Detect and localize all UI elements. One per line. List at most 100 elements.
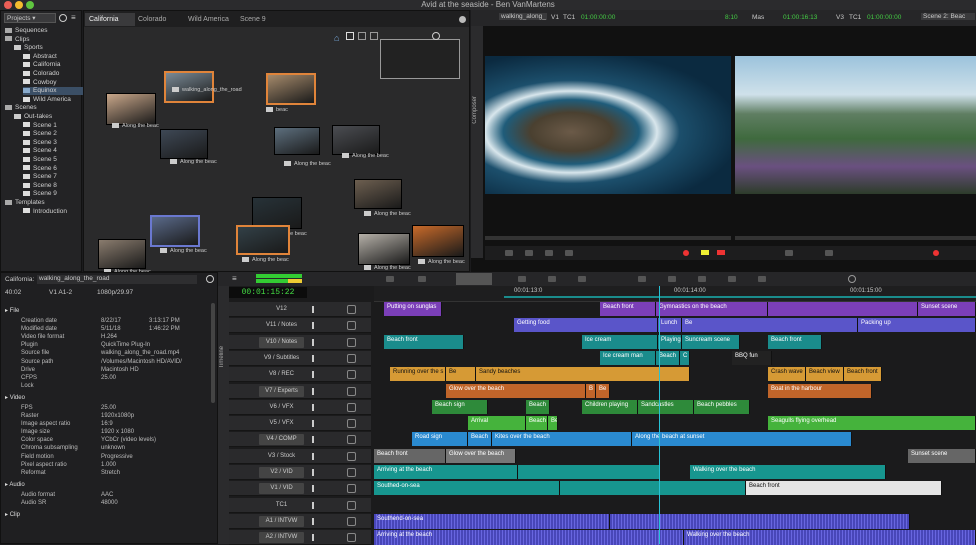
track-header[interactable]: V12 — [229, 302, 371, 317]
clip-thumbnail[interactable] — [98, 239, 146, 269]
timeline-clip[interactable]: Arrival — [468, 416, 526, 431]
track-header[interactable]: V9 / Subtitles — [229, 350, 371, 366]
tree-item[interactable]: Scene 4 — [23, 147, 57, 155]
tree-item[interactable]: Clips — [5, 36, 29, 44]
track-name-button[interactable]: V5 / VFX — [259, 418, 304, 429]
timeline-clip[interactable]: C — [680, 350, 690, 365]
pencil-icon[interactable] — [312, 354, 314, 362]
tree-item[interactable]: Scenes — [5, 104, 37, 112]
extract-button[interactable] — [418, 276, 426, 282]
inspector-scrollbar[interactable] — [211, 303, 215, 403]
track-header[interactable]: V7 / Experts — [229, 383, 371, 399]
timeline-clip[interactable]: Beach sign — [432, 399, 488, 414]
tree-item[interactable]: Out-takes — [14, 113, 52, 121]
projects-dropdown[interactable]: Projects ▾ — [4, 13, 56, 23]
track-monitor-icon[interactable] — [347, 516, 356, 526]
track-monitor-icon[interactable] — [347, 305, 356, 314]
timeline-clip[interactable]: Lunch — [658, 318, 682, 333]
timeline-clip[interactable]: Beach front — [768, 334, 822, 349]
pencil-icon[interactable] — [312, 485, 314, 493]
clip-thumbnail[interactable] — [236, 225, 290, 255]
pencil-icon[interactable] — [312, 338, 314, 346]
record-position-bar[interactable] — [735, 236, 976, 240]
timeline-clip[interactable]: Walking over the beach — [690, 465, 886, 479]
track-name-button[interactable]: V10 / Notes — [259, 336, 304, 348]
source-monitor-image[interactable] — [485, 56, 731, 194]
track-monitor-icon[interactable] — [347, 500, 356, 510]
track-header[interactable]: V6 / VFX — [229, 399, 371, 415]
track-monitor-icon[interactable] — [347, 321, 356, 331]
tree-item[interactable]: Templates — [5, 199, 45, 207]
track-monitor-icon[interactable] — [347, 435, 356, 445]
clip-thumbnail[interactable] — [412, 225, 464, 257]
inspector-search-icon[interactable] — [206, 275, 214, 283]
menu-icon[interactable]: ≡ — [71, 14, 79, 22]
track-header[interactable]: A1 / INTVW — [229, 513, 371, 529]
track-name-button[interactable]: V2 / VID — [259, 467, 304, 478]
step-back-button[interactable] — [545, 250, 553, 256]
pencil-icon[interactable] — [312, 371, 314, 379]
track-monitor-icon[interactable] — [347, 451, 356, 461]
track-name-button[interactable]: V4 / COMP — [259, 434, 304, 446]
timeline-clip[interactable]: Beach front — [600, 302, 656, 316]
lift-button[interactable] — [386, 276, 394, 282]
timeline-clip[interactable] — [610, 513, 910, 529]
play-button[interactable] — [525, 250, 533, 256]
timeline-clip[interactable]: B — [586, 383, 596, 398]
record-mark-in-button[interactable] — [785, 250, 793, 256]
playhead[interactable] — [659, 286, 660, 544]
timeline-clip[interactable]: Southed-on-sea — [374, 481, 560, 496]
track-name-button[interactable]: V3 / Stock — [259, 451, 304, 462]
timeline-clip[interactable]: Beach front — [384, 334, 464, 349]
source-position-bar[interactable] — [485, 236, 731, 240]
minimize-window-button[interactable] — [15, 1, 23, 9]
track-monitor-icon[interactable] — [347, 353, 356, 363]
tree-item[interactable]: Scene 1 — [23, 122, 57, 130]
clip-thumbnail[interactable] — [358, 233, 410, 265]
track-name-button[interactable]: V8 / REC — [259, 369, 304, 380]
track-header[interactable]: V4 / COMP — [229, 432, 371, 448]
tree-item[interactable]: Scene 2 — [23, 130, 57, 138]
timeline-clip[interactable]: Beach — [526, 416, 548, 431]
timeline-clip[interactable]: Glow over the beach — [446, 383, 586, 398]
record-sequence-dropdown[interactable]: Scene 2: Beac — [921, 13, 975, 20]
track-header[interactable]: V2 / VID — [229, 465, 371, 480]
track-name-button[interactable]: V11 / Notes — [259, 320, 304, 331]
track-monitor-icon[interactable] — [347, 370, 356, 380]
pencil-icon[interactable] — [312, 517, 314, 525]
timeline-clip[interactable]: Along the beach at sunset — [632, 432, 852, 447]
timeline-clip[interactable]: Be — [596, 383, 610, 398]
tree-item[interactable]: Colorado — [23, 70, 59, 78]
fit-to-window-button[interactable] — [758, 276, 766, 282]
record-circle-icon[interactable] — [848, 275, 856, 283]
timeline-clip[interactable]: Beach front — [746, 481, 942, 496]
tree-item[interactable]: California — [23, 61, 60, 69]
pencil-icon[interactable] — [312, 436, 314, 444]
timeline-clip[interactable]: Suncream scene — [682, 334, 740, 349]
timeline-clip[interactable]: Running over the s — [390, 367, 446, 382]
timeline-clip[interactable]: Beach front — [844, 367, 882, 382]
inspector-section-header[interactable]: ▸ Audio — [5, 481, 25, 489]
clip-thumbnail[interactable] — [266, 73, 316, 105]
timeline-clip[interactable]: Road sign — [412, 432, 468, 447]
track-name-button[interactable]: V9 / Subtitles — [259, 353, 304, 364]
clip-thumbnail[interactable] — [160, 129, 208, 159]
zoom-in-button[interactable] — [668, 276, 676, 282]
track-header[interactable]: V10 / Notes — [229, 334, 371, 350]
tree-item[interactable]: Scene 9 — [23, 190, 57, 198]
timeline-clip[interactable]: Packing up — [858, 318, 976, 333]
timeline-clip[interactable]: Southend-on-sea — [374, 513, 610, 529]
track-header[interactable]: V8 / REC — [229, 367, 371, 383]
track-name-button[interactable]: V6 / VFX — [259, 402, 304, 413]
pencil-icon[interactable] — [312, 420, 314, 428]
track-header[interactable]: V11 / Notes — [229, 318, 371, 334]
timeline-clip[interactable] — [768, 302, 918, 316]
timeline-clip[interactable]: Arriving at the beach — [374, 465, 518, 479]
pencil-icon[interactable] — [312, 452, 314, 460]
source-clip-dropdown[interactable]: walking_along_ — [499, 13, 547, 20]
timeline-clip[interactable]: Be — [548, 416, 558, 431]
track-header[interactable]: A2 / INTVW — [229, 530, 371, 545]
timeline-clip[interactable]: Arriving at the beach — [374, 530, 684, 545]
timeline-clip[interactable]: Children playing — [582, 399, 638, 414]
inspector-section-header[interactable]: ▸ Video — [5, 394, 25, 402]
